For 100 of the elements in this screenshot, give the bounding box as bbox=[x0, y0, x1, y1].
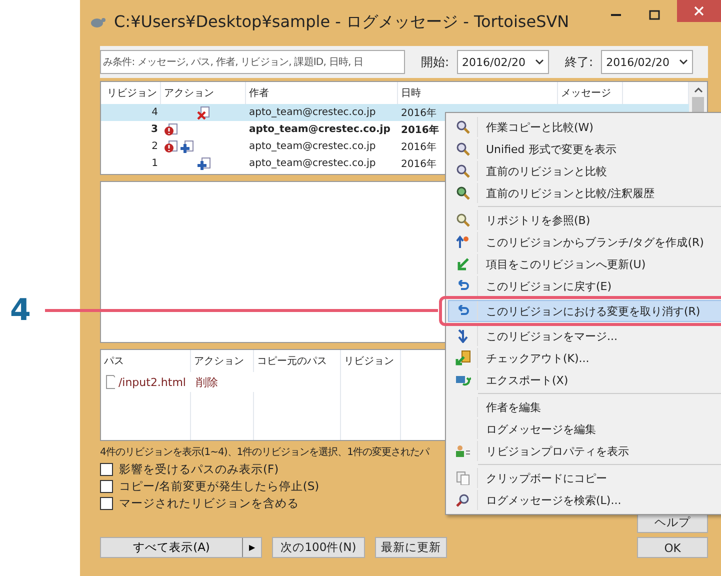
show-all-split-button[interactable]: すべて表示(A) ▶ bbox=[100, 537, 262, 558]
menu-item-label: 作業コピーと比較(W) bbox=[477, 117, 594, 137]
magnifier-icon bbox=[456, 213, 470, 227]
refresh-button[interactable]: 最新に更新 bbox=[375, 537, 447, 558]
revision-cell[interactable]: 3 bbox=[101, 121, 161, 138]
checkbox-label: 影響を受けるパスのみ表示(F) bbox=[119, 462, 279, 477]
dropdown-arrow-button[interactable]: ▶ bbox=[243, 538, 261, 557]
search-icon bbox=[456, 493, 470, 507]
callout-number: 4 bbox=[10, 293, 31, 328]
close-icon bbox=[694, 6, 704, 16]
menu-item-label: このリビジョンにおける変更を取り消す(R) bbox=[477, 301, 700, 321]
menu-item[interactable]: 作業コピーと比較(W) bbox=[448, 116, 721, 138]
menu-item-label: Unified 形式で変更を表示 bbox=[477, 139, 616, 159]
checkout-icon bbox=[455, 350, 471, 366]
menu-item-label: ログメッセージを検索(L)... bbox=[477, 490, 622, 510]
window-title: C:¥Users¥Desktop¥sample - ログメッセージ - TortoiseSVN bbox=[114, 12, 570, 32]
column-header[interactable]: パス bbox=[101, 350, 191, 372]
menu-item-label: このリビジョンに戻す(E) bbox=[477, 276, 612, 296]
menu-item-label: 項目をこのリビジョンへ更新(U) bbox=[477, 254, 646, 274]
ok-button[interactable]: OK bbox=[637, 537, 708, 558]
undo-icon bbox=[456, 305, 470, 317]
menu-item-label: 直前のリビジョンと比較/注釈履歴 bbox=[477, 183, 655, 203]
date-cell-text: 2016年 bbox=[401, 124, 439, 136]
column-header[interactable]: リビジョン bbox=[341, 350, 401, 372]
copy-icon bbox=[456, 471, 470, 485]
file-icon bbox=[106, 375, 116, 389]
menu-item[interactable]: 直前のリビジョンと比較 bbox=[448, 160, 721, 182]
search-field[interactable]: み条件: メッセージ, パス, 作者, リビジョン, 課題ID, 日時, 日 bbox=[100, 50, 405, 74]
menu-item[interactable]: リビジョンプロパティを表示 bbox=[448, 440, 721, 462]
revision-cell[interactable]: 4 bbox=[101, 104, 161, 121]
menu-item-label: リビジョンプロパティを表示 bbox=[477, 441, 629, 461]
menu-item[interactable]: ログメッセージを検索(L)... bbox=[448, 489, 721, 511]
menu-item[interactable]: 直前のリビジョンと比較/注釈履歴 bbox=[448, 182, 721, 204]
author-cell-text: apto_team@crestec.co.jp bbox=[248, 123, 392, 137]
revision-cell[interactable]: 1 bbox=[101, 155, 161, 172]
checkbox[interactable] bbox=[100, 497, 113, 510]
menu-item[interactable]: このリビジョンに戻す(E) bbox=[448, 275, 721, 297]
menu-item-label: このリビジョンからブランチ/タグを作成(R) bbox=[477, 232, 704, 252]
magnifier-icon bbox=[456, 120, 470, 134]
scroll-up-icon bbox=[694, 87, 702, 93]
menu-item[interactable]: このリビジョンにおける変更を取り消す(R) bbox=[448, 300, 721, 322]
merge-arrow-icon bbox=[457, 329, 469, 343]
menu-item[interactable]: エクスポート(X) bbox=[448, 369, 721, 391]
author-cell-text: apto_team@crestec.co.jp bbox=[248, 157, 377, 171]
checkbox[interactable] bbox=[100, 463, 113, 476]
menu-item[interactable]: クリップボードにコピー bbox=[448, 467, 721, 489]
menu-item[interactable]: リポジトリを参照(B) bbox=[448, 209, 721, 231]
date-cell-text: 2016年 bbox=[401, 140, 436, 154]
undo-icon bbox=[456, 280, 470, 292]
menu-item[interactable]: チェックアウト(K)... bbox=[448, 347, 721, 369]
menu-item[interactable]: Unified 形式で変更を表示 bbox=[448, 138, 721, 160]
next-100-button[interactable]: 次の100件(N) bbox=[272, 537, 365, 558]
menu-item-label: ログメッセージを編集 bbox=[477, 419, 596, 439]
close-button[interactable] bbox=[677, 0, 721, 22]
from-date-dropdown[interactable]: 2016/02/20 bbox=[457, 50, 550, 74]
menu-item[interactable]: このリビジョンからブランチ/タグを作成(R) bbox=[448, 231, 721, 253]
file-alert-icon bbox=[164, 140, 178, 154]
revision-cell[interactable]: 2 bbox=[101, 138, 161, 155]
show-all-button[interactable]: すべて表示(A) bbox=[101, 538, 243, 557]
chevron-down-icon bbox=[679, 59, 688, 65]
from-label: 開始: bbox=[421, 54, 450, 70]
checkbox-label: マージされたリビジョンを含める bbox=[119, 496, 299, 511]
column-header[interactable]: アクション bbox=[191, 350, 254, 372]
column-header[interactable]: コピー元のパス bbox=[254, 350, 341, 372]
checkbox[interactable] bbox=[100, 480, 113, 493]
menu-item-label: クリップボードにコピー bbox=[477, 468, 607, 488]
to-date-dropdown[interactable]: 2016/02/20 bbox=[601, 50, 694, 74]
date-cell-text: 2016年 bbox=[401, 106, 436, 120]
chevron-down-icon bbox=[535, 59, 544, 65]
minimize-icon bbox=[611, 14, 621, 16]
person-icon bbox=[455, 445, 471, 457]
path-cell[interactable]: /input2.html bbox=[101, 372, 191, 392]
menu-item[interactable]: このリビジョンをマージ... bbox=[448, 325, 721, 347]
export-icon bbox=[455, 374, 471, 386]
file-delete-icon bbox=[196, 106, 210, 120]
magnifier-icon bbox=[456, 142, 470, 156]
path-text: /input2.html bbox=[118, 376, 186, 388]
checkbox-label: コピー/名前変更が発生したら停止(S) bbox=[119, 479, 320, 494]
menu-item-label: このリビジョンをマージ... bbox=[477, 326, 618, 346]
menu-item-label: 作者を編集 bbox=[477, 397, 541, 417]
branch-arrow-icon bbox=[456, 235, 470, 249]
magnifier-person-icon bbox=[456, 186, 470, 200]
author-cell-text: apto_team@crestec.co.jp bbox=[248, 140, 377, 154]
menu-item-label: チェックアウト(K)... bbox=[477, 348, 590, 368]
maximize-icon bbox=[648, 10, 660, 20]
menu-item-label: リポジトリを参照(B) bbox=[477, 210, 590, 230]
menu-item[interactable]: 作者を編集 bbox=[448, 396, 721, 418]
menu-item[interactable]: 項目をこのリビジョンへ更新(U) bbox=[448, 253, 721, 275]
menu-item-label: エクスポート(X) bbox=[477, 370, 568, 390]
menu-item[interactable]: ログメッセージを編集 bbox=[448, 418, 721, 440]
file-alert-icon bbox=[164, 122, 178, 136]
magnifier-icon bbox=[456, 164, 470, 178]
action-cell-text: 削除 bbox=[195, 374, 219, 390]
to-label: 終了: bbox=[565, 54, 594, 70]
status-text: 4件のリビジョンを表示(1~4)、1件のリビジョンを選択、1件の変更されたパ bbox=[100, 446, 429, 459]
file-add-icon bbox=[196, 156, 210, 170]
menu-item-label: 直前のリビジョンと比較 bbox=[477, 161, 607, 181]
arrow-icon bbox=[456, 257, 470, 271]
turtle-icon bbox=[88, 15, 106, 29]
file-add-icon bbox=[180, 140, 194, 154]
